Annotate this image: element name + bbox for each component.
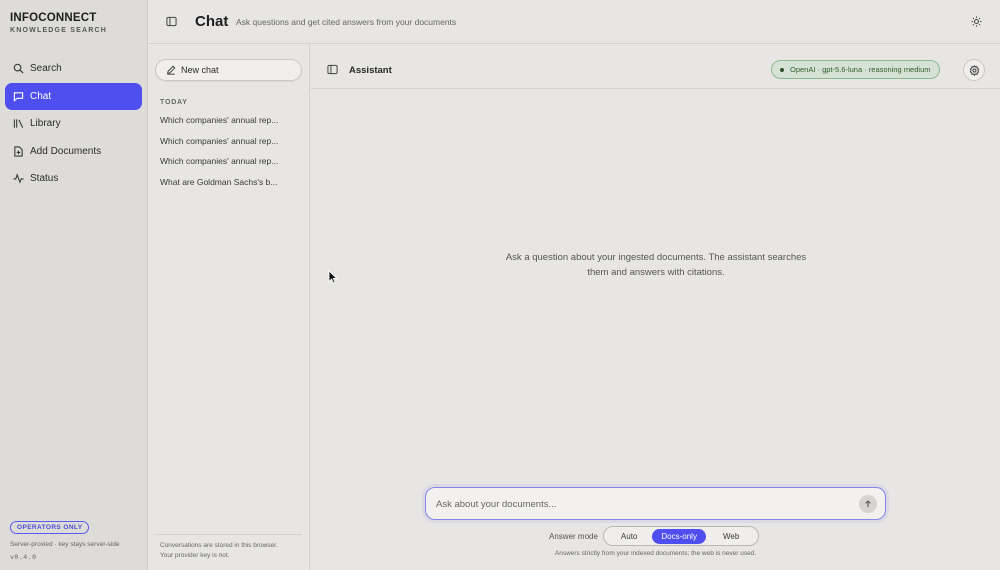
main-nav: Search Chat Library Add Documents Status xyxy=(5,55,142,193)
new-chat-button[interactable]: New chat xyxy=(155,59,302,81)
assistant-panel: Assistant OpenAI · gpt-5.6-luna · reason… xyxy=(311,44,1000,570)
page-subtitle: Ask questions and get cited answers from… xyxy=(236,17,457,27)
nav-item-chat[interactable]: Chat xyxy=(5,82,142,110)
mouse-pointer-icon xyxy=(328,270,338,284)
conversation-panel: New chat TODAY Which companies' annual r… xyxy=(148,44,310,570)
answer-mode-row: Answer mode Auto Docs-only Web xyxy=(549,526,760,546)
library-icon xyxy=(13,118,24,129)
mode-auto-option[interactable]: Auto xyxy=(606,529,652,544)
search-icon xyxy=(13,63,24,74)
assistant-title: Assistant xyxy=(349,65,392,76)
activity-icon xyxy=(13,173,24,184)
status-dot xyxy=(780,67,784,72)
pencil-icon xyxy=(166,65,176,75)
storage-note-line-1: Conversations are stored in this browser… xyxy=(160,542,278,549)
chat-icon xyxy=(13,91,24,102)
conversation-item[interactable]: Which companies' annual rep... xyxy=(160,156,300,177)
answer-mode-label: Answer mode xyxy=(549,531,598,541)
operators-only-badge: OPERATORS ONLY xyxy=(10,521,90,534)
send-button[interactable] xyxy=(859,495,877,513)
nav-item-library[interactable]: Library xyxy=(5,110,142,137)
version-label: v0.4.0 xyxy=(10,553,37,561)
settings-button[interactable] xyxy=(963,59,985,81)
message-input[interactable] xyxy=(436,496,836,512)
sun-icon[interactable] xyxy=(971,16,982,27)
nav-item-label: Chat xyxy=(30,90,52,102)
model-label: OpenAI · gpt-5.6-luna · reasoning medium xyxy=(790,65,931,74)
sidebar-toggle-icon[interactable] xyxy=(166,16,177,27)
nav-item-label: Search xyxy=(30,63,62,74)
empty-state-line-2: them and answers with citations. xyxy=(587,267,725,278)
conversation-list: Which companies' annual rep... Which com… xyxy=(160,115,300,197)
model-status-pill[interactable]: OpenAI · gpt-5.6-luna · reasoning medium xyxy=(771,60,940,79)
empty-state-line-1: Ask a question about your ingested docum… xyxy=(505,252,807,263)
conversation-item[interactable]: Which companies' annual rep... xyxy=(160,115,300,136)
message-composer xyxy=(425,487,886,520)
storage-note-line-2: Your provider key is not. xyxy=(160,551,230,559)
conversation-group-label: TODAY xyxy=(160,99,188,106)
empty-state-message: Ask a question about your ingested docum… xyxy=(481,250,831,280)
storage-note: Conversations are stored in this browser… xyxy=(155,534,302,560)
nav-item-label: Library xyxy=(30,118,61,129)
assistant-header: Assistant OpenAI · gpt-5.6-luna · reason… xyxy=(311,44,1000,89)
nav-item-add-documents[interactable]: Add Documents xyxy=(5,138,142,165)
conversation-item[interactable]: What are Goldman Sachs's b... xyxy=(160,177,300,198)
nav-item-status[interactable]: Status xyxy=(5,165,142,192)
nav-item-search[interactable]: Search xyxy=(5,55,142,82)
new-chat-label: New chat xyxy=(181,65,219,75)
conversation-panel-toggle-icon[interactable] xyxy=(327,64,338,75)
key-proxy-note: Server-proxied · key stays server-side xyxy=(10,541,120,548)
answer-mode-hint: Answers strictly from your indexed docum… xyxy=(554,550,757,557)
mode-docs-only-option[interactable]: Docs-only xyxy=(652,528,706,544)
gear-icon xyxy=(969,64,980,76)
conversation-item[interactable]: Which companies' annual rep... xyxy=(160,136,300,157)
nav-item-label: Add Documents xyxy=(30,145,102,157)
mode-web-option[interactable]: Web xyxy=(706,529,756,544)
sidebar: INFOCONNECT KNOWLEDGE SEARCH Search Chat… xyxy=(0,0,148,570)
brand-subtitle: KNOWLEDGE SEARCH xyxy=(10,27,107,34)
nav-item-label: Status xyxy=(30,173,59,184)
arrow-up-icon xyxy=(864,500,872,508)
top-header: Chat Ask questions and get cited answers… xyxy=(148,0,1000,44)
brand-name: INFOCONNECT xyxy=(10,12,97,24)
page-title: Chat xyxy=(195,13,229,30)
brand: INFOCONNECT KNOWLEDGE SEARCH xyxy=(10,12,107,34)
add-document-icon xyxy=(13,145,24,157)
answer-mode-selector: Auto Docs-only Web xyxy=(602,526,760,546)
